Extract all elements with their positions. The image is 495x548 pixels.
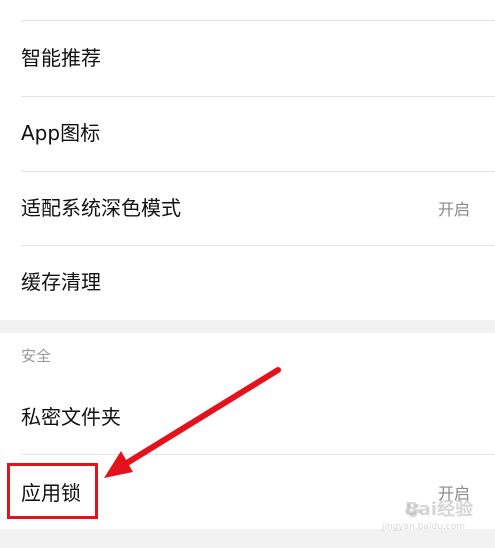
watermark-brand: Bai经验	[404, 499, 473, 520]
watermark-url: jingyan.baidu.com	[381, 522, 465, 532]
row-value: 开启	[437, 200, 470, 219]
row-label: 适配系统深色模式	[21, 196, 181, 220]
row-label: App图标	[21, 121, 101, 145]
section-header-security: 安全	[21, 347, 52, 365]
highlight-box	[7, 463, 98, 519]
row-label: 智能推荐	[21, 46, 101, 70]
settings-row-smart-recommend[interactable]: 智能推荐	[0, 21, 495, 96]
settings-row-dark-mode[interactable]: 适配系统深色模式 开启	[0, 172, 495, 245]
settings-row-app-icon[interactable]: App图标	[0, 97, 495, 171]
settings-row-private-folder[interactable]: 私密文件夹	[0, 379, 495, 454]
settings-row-cache-clear[interactable]: 缓存清理	[0, 246, 495, 320]
row-label: 私密文件夹	[21, 405, 121, 429]
row-label: 缓存清理	[21, 270, 101, 294]
settings-group-general: 智能推荐 App图标 适配系统深色模式 开启 缓存清理	[0, 0, 495, 320]
